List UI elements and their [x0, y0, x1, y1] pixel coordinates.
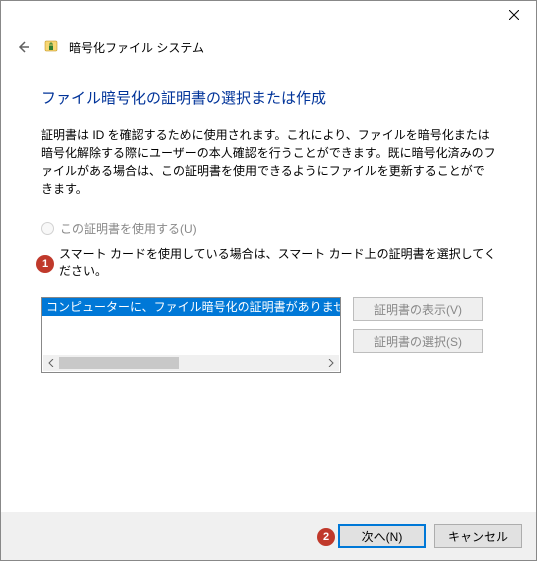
page-heading: ファイル暗号化の証明書の選択または作成: [41, 87, 496, 108]
back-button[interactable]: [13, 37, 33, 57]
wizard-header: 暗号化ファイル システム: [1, 31, 536, 71]
close-button[interactable]: [491, 1, 536, 29]
close-icon: [509, 10, 519, 20]
back-arrow-icon: [15, 39, 31, 55]
titlebar: [1, 1, 536, 31]
annotation-badge-1: 1: [36, 255, 54, 273]
horizontal-scrollbar[interactable]: [43, 355, 339, 371]
chevron-right-icon: [328, 359, 334, 367]
chevron-left-icon: [48, 359, 54, 367]
cert-listbox-wrap: コンピューターに、ファイル暗号化の証明書がありません。ファイルを: [41, 297, 341, 373]
use-cert-radio[interactable]: [41, 222, 54, 235]
scroll-right-arrow[interactable]: [323, 355, 339, 371]
scroll-left-arrow[interactable]: [43, 355, 59, 371]
cert-area: コンピューターに、ファイル暗号化の証明書がありません。ファイルを 証明書の表示(…: [41, 297, 496, 373]
page-description: 証明書は ID を確認するために使用されます。これにより、ファイルを暗号化または…: [41, 126, 496, 198]
smartcard-note: スマート カードを使用している場合は、スマート カード上の証明書を選択してくださ…: [59, 245, 496, 279]
wizard-footer: 次へ(N) キャンセル: [1, 512, 536, 560]
cancel-button[interactable]: キャンセル: [434, 524, 522, 548]
next-button[interactable]: 次へ(N): [338, 524, 426, 548]
view-cert-button[interactable]: 証明書の表示(V): [353, 297, 483, 321]
scroll-track[interactable]: [59, 355, 323, 371]
use-cert-radio-row: この証明書を使用する(U): [41, 220, 496, 237]
window-title: 暗号化ファイル システム: [69, 39, 204, 56]
cert-listbox[interactable]: コンピューターに、ファイル暗号化の証明書がありません。ファイルを: [41, 297, 341, 373]
annotation-badge-2: 2: [317, 528, 335, 546]
cert-side-buttons: 証明書の表示(V) 証明書の選択(S): [353, 297, 483, 353]
use-cert-label: この証明書を使用する(U): [60, 220, 197, 237]
scroll-thumb[interactable]: [59, 357, 179, 369]
select-cert-button[interactable]: 証明書の選択(S): [353, 329, 483, 353]
cert-list-item[interactable]: コンピューターに、ファイル暗号化の証明書がありません。ファイルを: [42, 298, 340, 316]
efs-icon: [43, 39, 59, 55]
content-area: ファイル暗号化の証明書の選択または作成 証明書は ID を確認するために使用され…: [1, 87, 536, 373]
